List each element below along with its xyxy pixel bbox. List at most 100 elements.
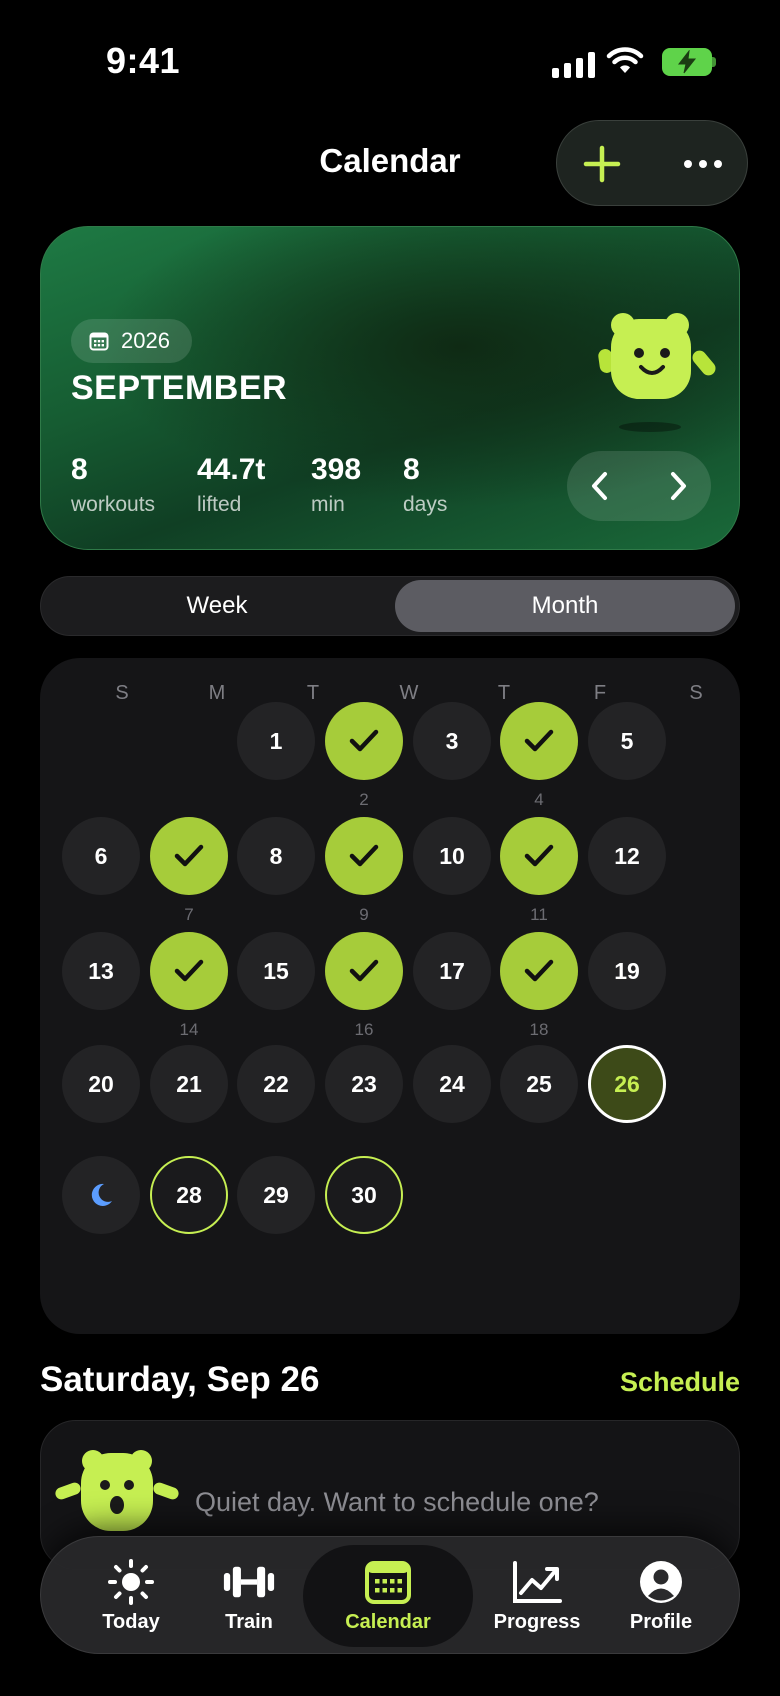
stat-days: 8 days bbox=[403, 455, 447, 517]
completed-day-number: 16 bbox=[354, 1020, 374, 1039]
tab-train[interactable]: Train bbox=[197, 1537, 301, 1655]
calendar-day-28[interactable]: 28 bbox=[150, 1156, 228, 1234]
completed-day-number: 4 bbox=[534, 790, 544, 809]
calendar-day-5[interactable]: 5 bbox=[588, 702, 666, 780]
schedule-button[interactable]: Schedule bbox=[620, 1367, 740, 1398]
checkmark-icon bbox=[349, 959, 379, 982]
calendar-day-2[interactable] bbox=[325, 702, 403, 780]
calendar-day-23[interactable]: 23 bbox=[325, 1045, 403, 1123]
calendar-day-13[interactable]: 13 bbox=[62, 932, 140, 1010]
status-time: 9:41 bbox=[106, 40, 181, 81]
weekday-label: T bbox=[497, 682, 511, 704]
next-month-button[interactable] bbox=[655, 463, 701, 509]
completed-day-number: 11 bbox=[530, 905, 548, 924]
day-number: 20 bbox=[88, 1070, 114, 1097]
calendar-day-22[interactable]: 22 bbox=[237, 1045, 315, 1123]
weekday-label: M bbox=[208, 682, 226, 704]
dumbbell-icon bbox=[223, 1559, 275, 1605]
stat-minutes: 398 min bbox=[311, 455, 361, 517]
chart-icon bbox=[511, 1559, 563, 1605]
month-navigation bbox=[567, 451, 711, 521]
stat-label: min bbox=[311, 493, 345, 516]
calendar-day-17[interactable]: 17 bbox=[413, 932, 491, 1010]
calendar-day-11[interactable] bbox=[500, 817, 578, 895]
calendar-day-30[interactable]: 30 bbox=[325, 1156, 403, 1234]
stat-value: 398 bbox=[311, 453, 362, 486]
calendar-day-25[interactable]: 25 bbox=[500, 1045, 578, 1123]
day-number: 1 bbox=[269, 727, 283, 754]
calendar-day-27[interactable] bbox=[62, 1156, 140, 1234]
tab-profile[interactable]: Profile bbox=[601, 1537, 721, 1655]
selected-date-heading: Saturday, Sep 26 bbox=[40, 1360, 320, 1399]
day-number: 15 bbox=[263, 957, 289, 984]
tab-label: Progress bbox=[493, 1610, 581, 1633]
completed-day-number: 18 bbox=[529, 1020, 549, 1039]
completed-day-number: 2 bbox=[359, 790, 369, 809]
month-summary-card: 2026 SEPTEMBER 8 workouts 44.7t lifted 3… bbox=[40, 226, 740, 550]
completed-day-number: 9 bbox=[359, 905, 369, 924]
chevron-left-icon bbox=[592, 472, 607, 500]
add-button[interactable] bbox=[577, 139, 627, 189]
stat-value: 44.7t bbox=[197, 453, 266, 486]
previous-month-button[interactable] bbox=[577, 463, 623, 509]
day-number: 22 bbox=[263, 1070, 289, 1097]
calendar-day-6[interactable]: 6 bbox=[62, 817, 140, 895]
calendar-day-16[interactable] bbox=[325, 932, 403, 1010]
checkmark-icon bbox=[524, 729, 554, 752]
mascot-shadow bbox=[619, 422, 681, 432]
month-name: SEPTEMBER bbox=[71, 369, 288, 407]
checkmark-icon bbox=[524, 844, 554, 867]
more-options-button[interactable] bbox=[673, 139, 733, 189]
calendar-day-29[interactable]: 29 bbox=[237, 1156, 315, 1234]
calendar-day-12[interactable]: 12 bbox=[588, 817, 666, 895]
calendar-day-21[interactable]: 21 bbox=[150, 1045, 228, 1123]
tab-label: Profile bbox=[629, 1610, 693, 1633]
calendar-day-14[interactable] bbox=[150, 932, 228, 1010]
calendar-day-19[interactable]: 19 bbox=[588, 932, 666, 1010]
calendar-day-24[interactable]: 24 bbox=[413, 1045, 491, 1123]
surprised-bear-icon bbox=[55, 1450, 179, 1531]
stat-label: workouts bbox=[71, 493, 156, 516]
calendar-day-26[interactable]: 26 bbox=[588, 1045, 666, 1123]
calendar-day-8[interactable]: 8 bbox=[237, 817, 315, 895]
calendar-day-10[interactable]: 10 bbox=[413, 817, 491, 895]
tab-calendar[interactable]: Calendar bbox=[303, 1537, 473, 1655]
stat-value: 8 bbox=[403, 453, 420, 486]
tab-progress[interactable]: Progress bbox=[475, 1537, 599, 1655]
calendar-day-20[interactable]: 20 bbox=[62, 1045, 140, 1123]
day-number: 12 bbox=[614, 842, 640, 869]
tab-bar: Today Train Calendar Progress Profile bbox=[40, 1536, 740, 1654]
checkmark-icon bbox=[349, 729, 379, 752]
chevron-right-icon bbox=[671, 472, 686, 500]
day-number: 8 bbox=[269, 842, 283, 869]
calendar-day-3[interactable]: 3 bbox=[413, 702, 491, 780]
checkmark-icon bbox=[174, 844, 204, 867]
stat-label: lifted bbox=[197, 493, 242, 516]
month-view-tab[interactable]: Month bbox=[395, 580, 735, 632]
year-badge: 2026 bbox=[71, 319, 192, 363]
plus-icon bbox=[583, 145, 621, 183]
calendar-icon bbox=[362, 1559, 414, 1605]
cellular-signal-icon bbox=[552, 52, 595, 78]
calendar-day-18[interactable] bbox=[500, 932, 578, 1010]
calendar-day-15[interactable]: 15 bbox=[237, 932, 315, 1010]
day-number: 26 bbox=[614, 1070, 640, 1097]
week-view-tab[interactable]: Week bbox=[45, 580, 389, 632]
tab-label: Today bbox=[102, 1610, 160, 1633]
wifi-icon bbox=[606, 46, 644, 81]
bear-mascot-icon bbox=[598, 313, 716, 399]
calendar-day-1[interactable]: 1 bbox=[237, 702, 315, 780]
calendar-small-icon bbox=[89, 332, 109, 351]
day-number: 3 bbox=[445, 727, 459, 754]
tab-today[interactable]: Today bbox=[79, 1537, 183, 1655]
calendar-day-4[interactable] bbox=[500, 702, 578, 780]
calendar-day-7[interactable] bbox=[150, 817, 228, 895]
view-toggle: Week Month bbox=[40, 576, 740, 636]
stat-value: 8 bbox=[71, 453, 88, 486]
stat-lifted: 44.7t lifted bbox=[197, 455, 265, 517]
calendar-day-9[interactable] bbox=[325, 817, 403, 895]
battery-charging-icon bbox=[662, 48, 716, 76]
tab-label: Train bbox=[225, 1610, 273, 1633]
day-number: 24 bbox=[439, 1070, 465, 1097]
stat-workouts: 8 workouts bbox=[71, 455, 155, 517]
